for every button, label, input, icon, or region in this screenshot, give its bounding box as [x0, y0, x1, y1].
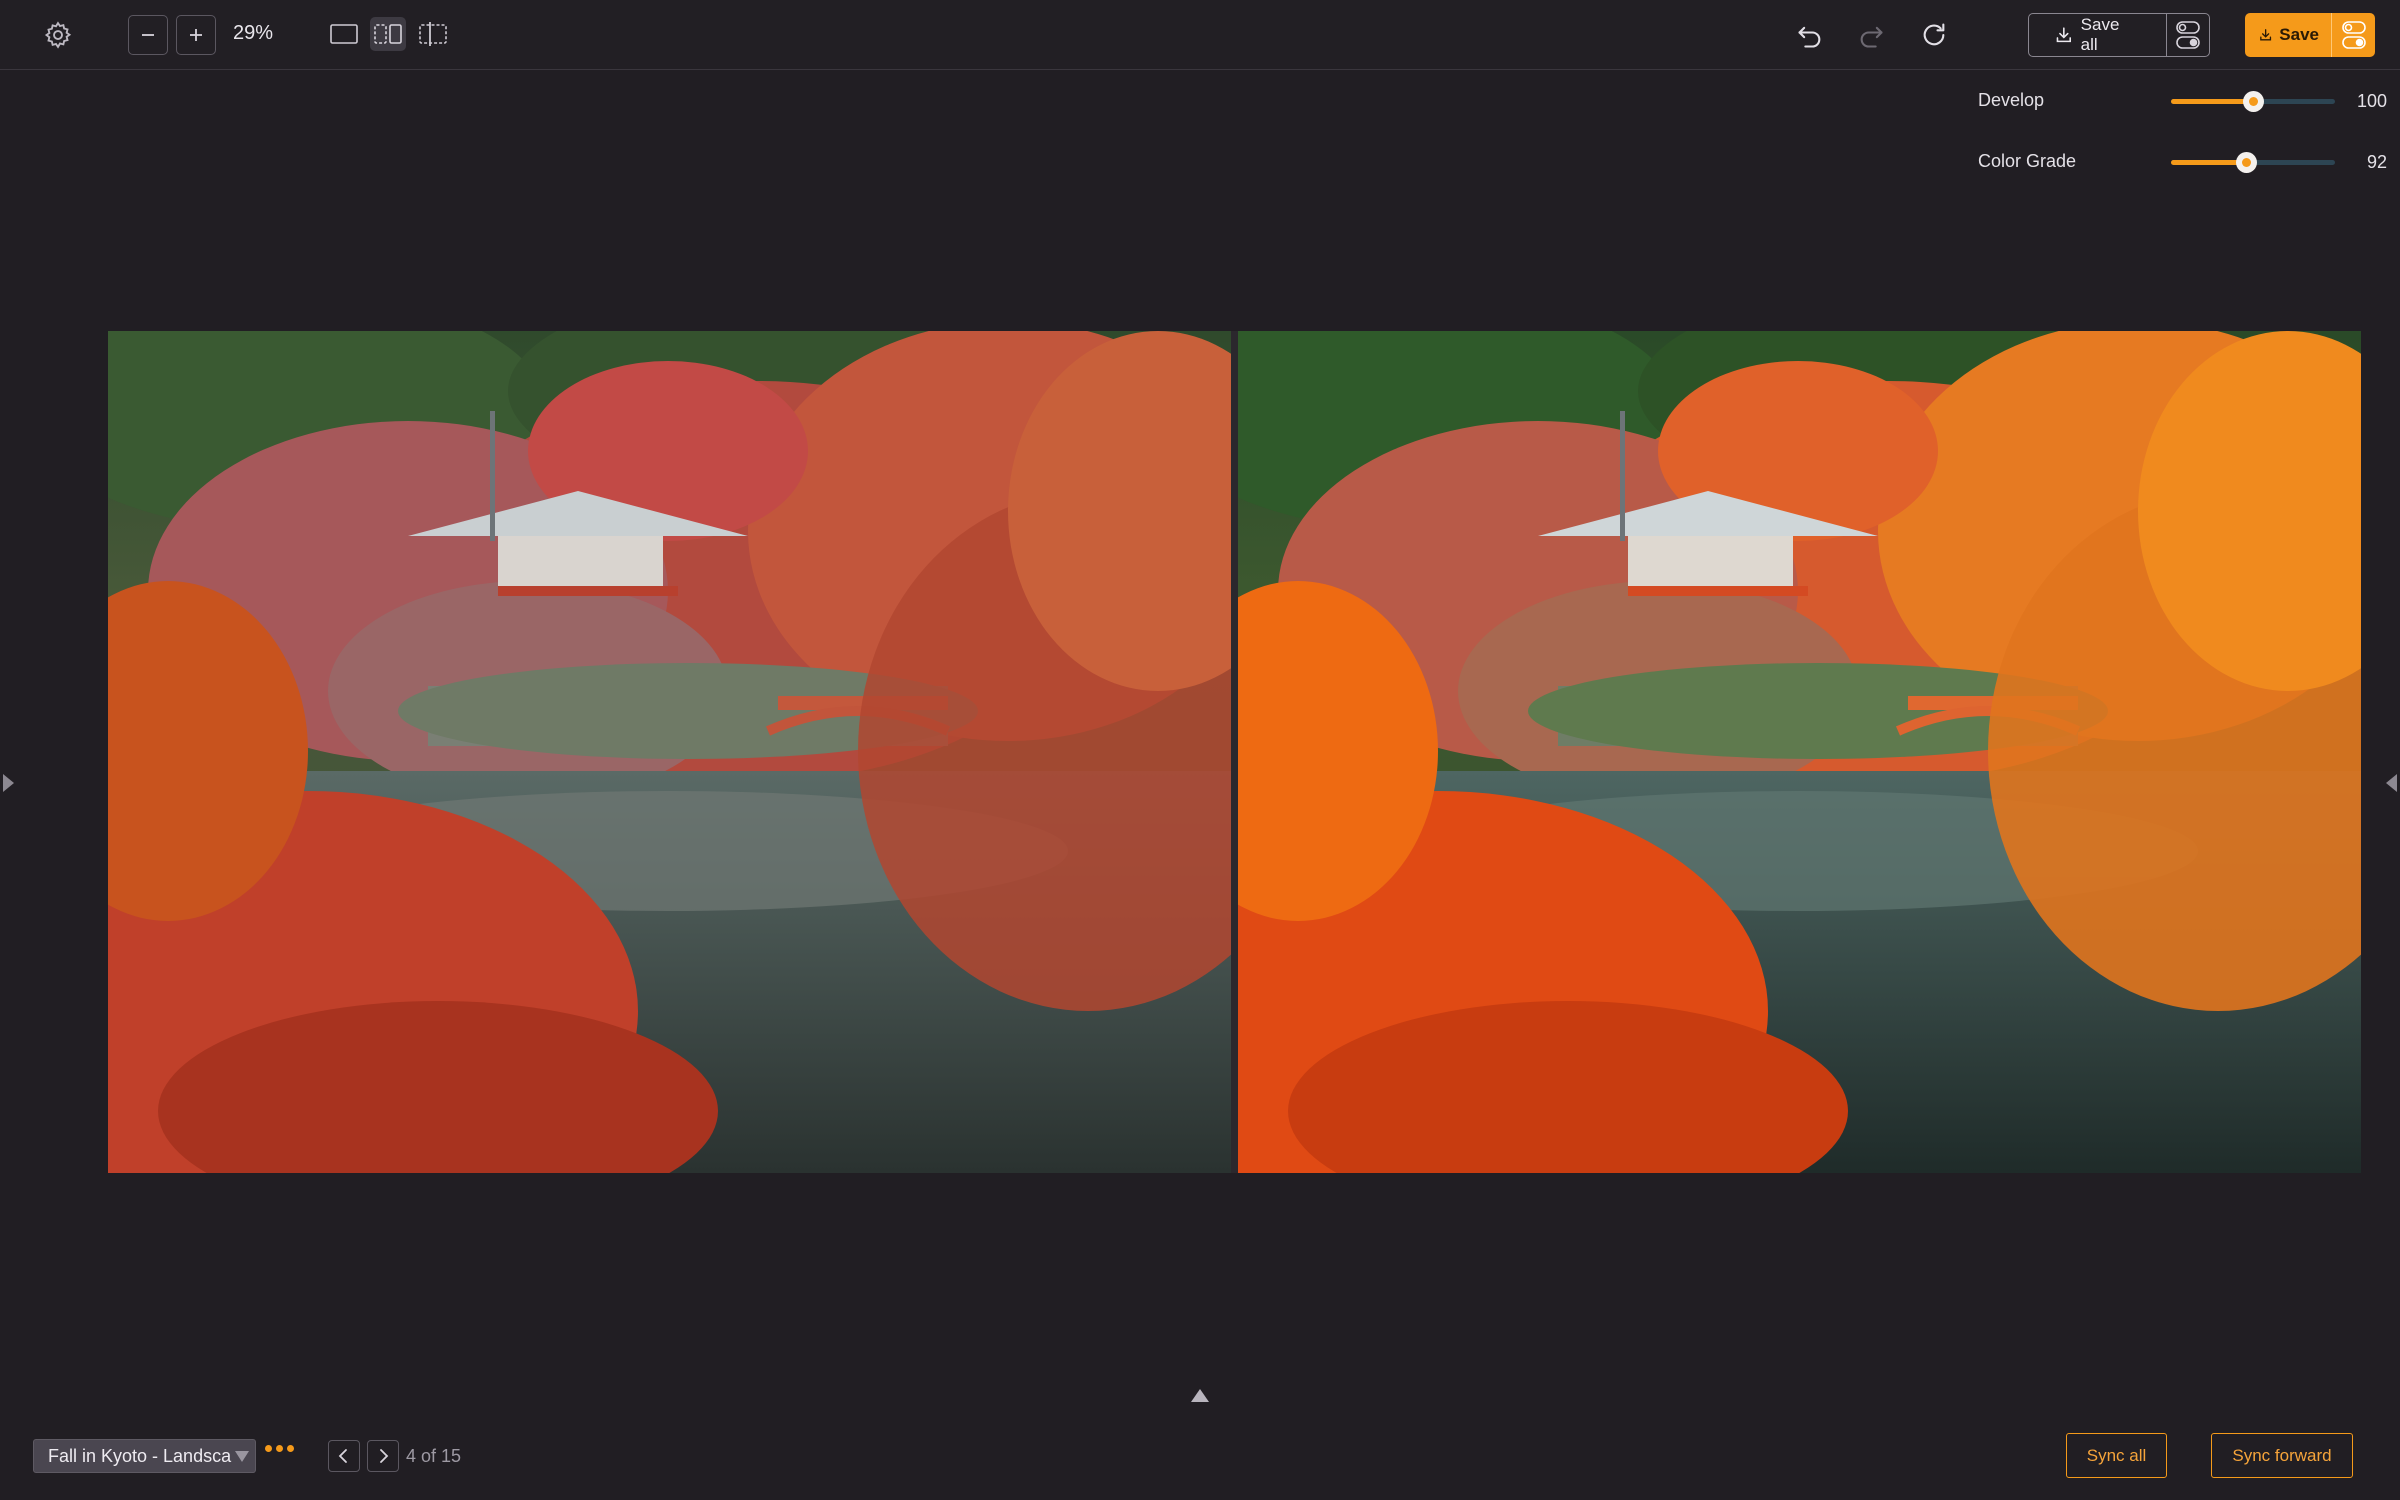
color-grade-slider-row: Color Grade 92 — [1978, 147, 2398, 177]
zoom-level: 29% — [233, 22, 274, 44]
color-grade-slider-value: 92 — [2366, 152, 2387, 172]
slider-view-button[interactable] — [415, 17, 451, 51]
chevron-right-icon — [380, 1449, 389, 1463]
chevron-down-icon — [235, 1451, 249, 1462]
reset-icon — [1923, 23, 1945, 46]
single-view-button[interactable] — [326, 17, 362, 51]
color-grade-slider[interactable] — [2171, 152, 2335, 173]
right-panel-toggle-icon[interactable] — [2386, 774, 2397, 792]
save-button[interactable]: Save — [2245, 13, 2332, 57]
redo-button[interactable] — [1853, 18, 1889, 54]
color-grade-slider-fill — [2171, 160, 2247, 165]
split-view-icon — [374, 24, 402, 44]
develop-slider-row: Develop 100 — [1978, 86, 2398, 116]
develop-slider[interactable] — [2171, 91, 2335, 112]
color-grade-slider-thumb[interactable] — [2236, 152, 2258, 173]
save-all-button[interactable]: Save all — [2029, 14, 2167, 56]
reset-button[interactable] — [1916, 17, 1952, 53]
sync-forward-button[interactable]: Sync forward — [2211, 1433, 2353, 1478]
filmstrip-toggle-icon[interactable] — [1191, 1389, 1209, 1402]
redo-icon — [1860, 26, 1883, 48]
after-image — [1238, 331, 2361, 1173]
next-image-button[interactable] — [367, 1440, 399, 1472]
develop-slider-thumb[interactable] — [2243, 91, 2264, 112]
split-divider[interactable] — [1231, 331, 1238, 1173]
develop-slider-label: Develop — [1978, 90, 2045, 110]
toggle-icon — [2341, 21, 2366, 49]
save-options-button[interactable] — [2332, 13, 2375, 57]
more-options-icon[interactable] — [265, 1445, 294, 1452]
single-view-icon — [330, 24, 358, 44]
develop-slider-value: 100 — [2356, 91, 2387, 111]
preset-name: Fall in Kyoto - Landsca — [48, 1446, 232, 1466]
zoom-in-icon — [190, 29, 202, 41]
save-group: Save — [2245, 13, 2375, 57]
split-view-button[interactable] — [370, 17, 406, 51]
preset-dropdown[interactable]: Fall in Kyoto - Landsca — [33, 1439, 256, 1473]
image-counter: 4 of 15 — [406, 1446, 462, 1466]
develop-slider-fill — [2171, 99, 2253, 104]
save-all-options-button[interactable] — [2167, 14, 2209, 56]
download-icon — [2056, 27, 2071, 43]
gear-icon[interactable] — [40, 17, 76, 53]
previous-image-button[interactable] — [328, 1440, 360, 1472]
zoom-out-icon — [142, 34, 154, 36]
zoom-out-button[interactable] — [128, 15, 168, 55]
save-all-group: Save all — [2028, 13, 2210, 57]
chevron-left-icon — [338, 1449, 347, 1463]
download-icon — [2260, 29, 2272, 41]
top-toolbar: 29% Save all Save — [0, 0, 2400, 70]
undo-button[interactable] — [1792, 18, 1828, 54]
save-all-label: Save all — [2080, 15, 2120, 54]
toggle-icon — [2176, 21, 2200, 49]
slider-view-icon — [419, 22, 447, 46]
zoom-in-button[interactable] — [176, 15, 216, 55]
left-panel-toggle-icon[interactable] — [3, 774, 14, 792]
save-label: Save — [2279, 25, 2319, 44]
before-image — [108, 331, 1231, 1173]
sync-all-button[interactable]: Sync all — [2066, 1433, 2167, 1478]
undo-icon — [1798, 26, 1821, 48]
color-grade-slider-label: Color Grade — [1978, 151, 2077, 171]
